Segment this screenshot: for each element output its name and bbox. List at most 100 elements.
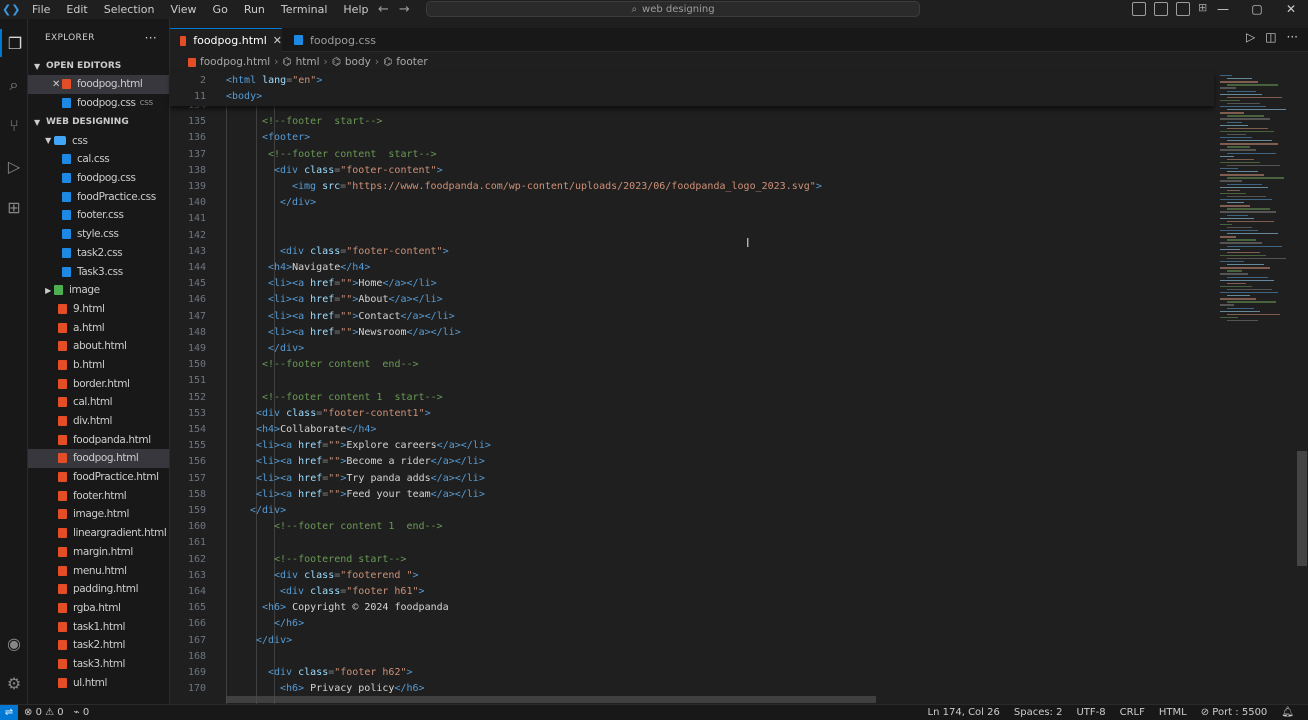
indentation[interactable]: Spaces: 2 (1014, 707, 1063, 718)
file-item[interactable]: 9.html (28, 300, 169, 319)
menu-terminal[interactable]: Terminal (273, 0, 336, 19)
file-name: 9.html (73, 302, 105, 315)
line-ending[interactable]: CRLF (1120, 707, 1145, 718)
file-item[interactable]: foodpog.html (28, 449, 169, 468)
account-icon[interactable]: ◉ (0, 629, 28, 657)
minimap[interactable] (1214, 71, 1294, 704)
file-item[interactable]: a.html (28, 318, 169, 337)
bell-icon[interactable]: 🔔︎ (1281, 707, 1294, 718)
breadcrumb-item[interactable]: foodpog.html (200, 56, 270, 68)
line-content: <h6> Copyright © 2024 foodpanda (262, 600, 449, 616)
maximize-icon[interactable]: ▢ (1240, 0, 1274, 19)
arrow-right-icon[interactable]: → (399, 0, 410, 19)
minimap-line (1227, 133, 1246, 136)
live-server-status[interactable]: ⊘ Port : 5500 (1201, 707, 1268, 718)
open-editors-section[interactable]: ▼ OPEN EDITORS (28, 57, 169, 75)
file-name: menu.html (73, 564, 127, 577)
file-item[interactable]: footer.html (28, 486, 169, 505)
vertical-scrollbar[interactable] (1297, 451, 1307, 566)
file-item[interactable]: about.html (28, 337, 169, 356)
ellipsis-icon[interactable]: ··· (145, 31, 157, 45)
tab-foodpog-css[interactable]: foodpog.css (284, 28, 380, 52)
ports-indicator[interactable]: ⌁ 0 (74, 707, 90, 718)
file-item[interactable]: ul.html (28, 673, 169, 692)
command-center-search[interactable]: ⌕ web designing (426, 1, 920, 17)
file-item[interactable]: padding.html (28, 580, 169, 599)
file-item[interactable]: cal.css (28, 150, 169, 169)
language-mode[interactable]: HTML (1159, 707, 1187, 718)
chevron-down-icon: ▼ (45, 136, 51, 146)
toggle-secondary-sidebar-icon[interactable] (1176, 2, 1190, 16)
minimize-icon[interactable]: — (1206, 0, 1240, 19)
file-item[interactable]: b.html (28, 356, 169, 375)
remote-icon[interactable]: ⇌ (0, 704, 18, 720)
file-item[interactable]: foodPractice.html (28, 468, 169, 487)
file-name: style.css (77, 228, 119, 241)
menu-help[interactable]: Help (335, 0, 376, 19)
file-item[interactable]: foodPractice.css (28, 187, 169, 206)
workspace-section[interactable]: ▼ WEB DESIGNING (28, 113, 169, 131)
sticky-scroll[interactable]: 2 <html lang="en"> 11 <body> (170, 72, 1214, 106)
breadcrumb-item[interactable]: body (345, 56, 371, 68)
file-item[interactable]: menu.html (28, 561, 169, 580)
arrow-left-icon[interactable]: ← (378, 0, 389, 19)
ellipsis-icon[interactable]: ··· (1287, 30, 1298, 44)
line-number: 146 (187, 294, 206, 306)
menu-edit[interactable]: Edit (58, 0, 95, 19)
breadcrumb-item[interactable]: html (296, 56, 320, 68)
problems-indicator[interactable]: ⊗ 0 ⚠ 0 (24, 707, 64, 718)
file-item[interactable]: task2.html (28, 636, 169, 655)
menu-go[interactable]: Go (205, 0, 236, 19)
html-file-icon (58, 621, 67, 632)
minimap-line (1227, 183, 1262, 185)
code-editor[interactable]: 134 135 <!--footer start--> 136 <footer> 137 <… (170, 106, 1214, 704)
menu-view[interactable]: View (162, 0, 204, 19)
search-icon[interactable]: ⌕ (0, 71, 28, 99)
explorer-icon[interactable]: ❐ (0, 29, 28, 57)
source-control-icon[interactable]: ⑂ (0, 111, 28, 139)
file-name: image.html (73, 508, 129, 521)
breadcrumb-item[interactable]: footer (396, 56, 427, 68)
file-item[interactable]: footer.css (28, 206, 169, 225)
file-item[interactable]: div.html (28, 412, 169, 431)
file-item[interactable]: foodpanda.html (28, 430, 169, 449)
file-item[interactable]: rgba.html (28, 599, 169, 618)
run-debug-icon[interactable]: ▷ (0, 152, 28, 180)
file-item[interactable]: style.css (28, 225, 169, 244)
split-editor-icon[interactable]: ◫ (1265, 30, 1276, 44)
file-item[interactable]: task3.html (28, 655, 169, 674)
file-item[interactable]: border.html (28, 374, 169, 393)
file-item[interactable]: image.html (28, 505, 169, 524)
close-window-icon[interactable]: ✕ (1274, 0, 1308, 19)
file-item[interactable]: task2.css (28, 244, 169, 263)
gear-icon[interactable]: ⚙ (0, 669, 28, 697)
cursor-position[interactable]: Ln 174, Col 26 (928, 707, 1000, 718)
file-item[interactable]: Task3.css (28, 262, 169, 281)
folder-item[interactable]: ▼ css (28, 131, 169, 150)
close-icon[interactable]: ✕ (273, 34, 282, 47)
file-item[interactable]: cal.html (28, 393, 169, 412)
file-item[interactable]: task1.html (28, 617, 169, 636)
extensions-icon[interactable]: ⊞ (0, 193, 28, 221)
close-icon[interactable]: ✕ (50, 79, 62, 90)
toggle-sidebar-icon[interactable] (1132, 2, 1146, 16)
menu-selection[interactable]: Selection (96, 0, 163, 19)
run-icon[interactable]: ▷ (1246, 30, 1255, 44)
tab-foodpog-html[interactable]: foodpog.html ✕ (170, 28, 282, 52)
menu-run[interactable]: Run (236, 0, 273, 19)
code-token: </h6> (274, 618, 305, 630)
encoding[interactable]: UTF-8 (1076, 707, 1105, 718)
folder-item[interactable]: ▶ image (28, 281, 169, 300)
toggle-panel-icon[interactable] (1154, 2, 1168, 16)
code-token: "" (340, 278, 353, 290)
code-token: <img (292, 181, 323, 192)
open-editor-item[interactable]: foodpog.css css (28, 94, 169, 113)
menu-file[interactable]: File (24, 0, 58, 19)
line-content: <li><a href="">Feed your team</a></li> (256, 487, 485, 503)
line-content: <li><a href="">Try panda adds</a></li> (256, 471, 485, 487)
file-item[interactable]: margin.html (28, 543, 169, 562)
open-editor-item[interactable]: ✕ foodpog.html (28, 75, 169, 94)
horizontal-scrollbar[interactable] (226, 696, 876, 703)
file-item[interactable]: foodpog.css (28, 169, 169, 188)
file-item[interactable]: lineargradient.html (28, 524, 169, 543)
